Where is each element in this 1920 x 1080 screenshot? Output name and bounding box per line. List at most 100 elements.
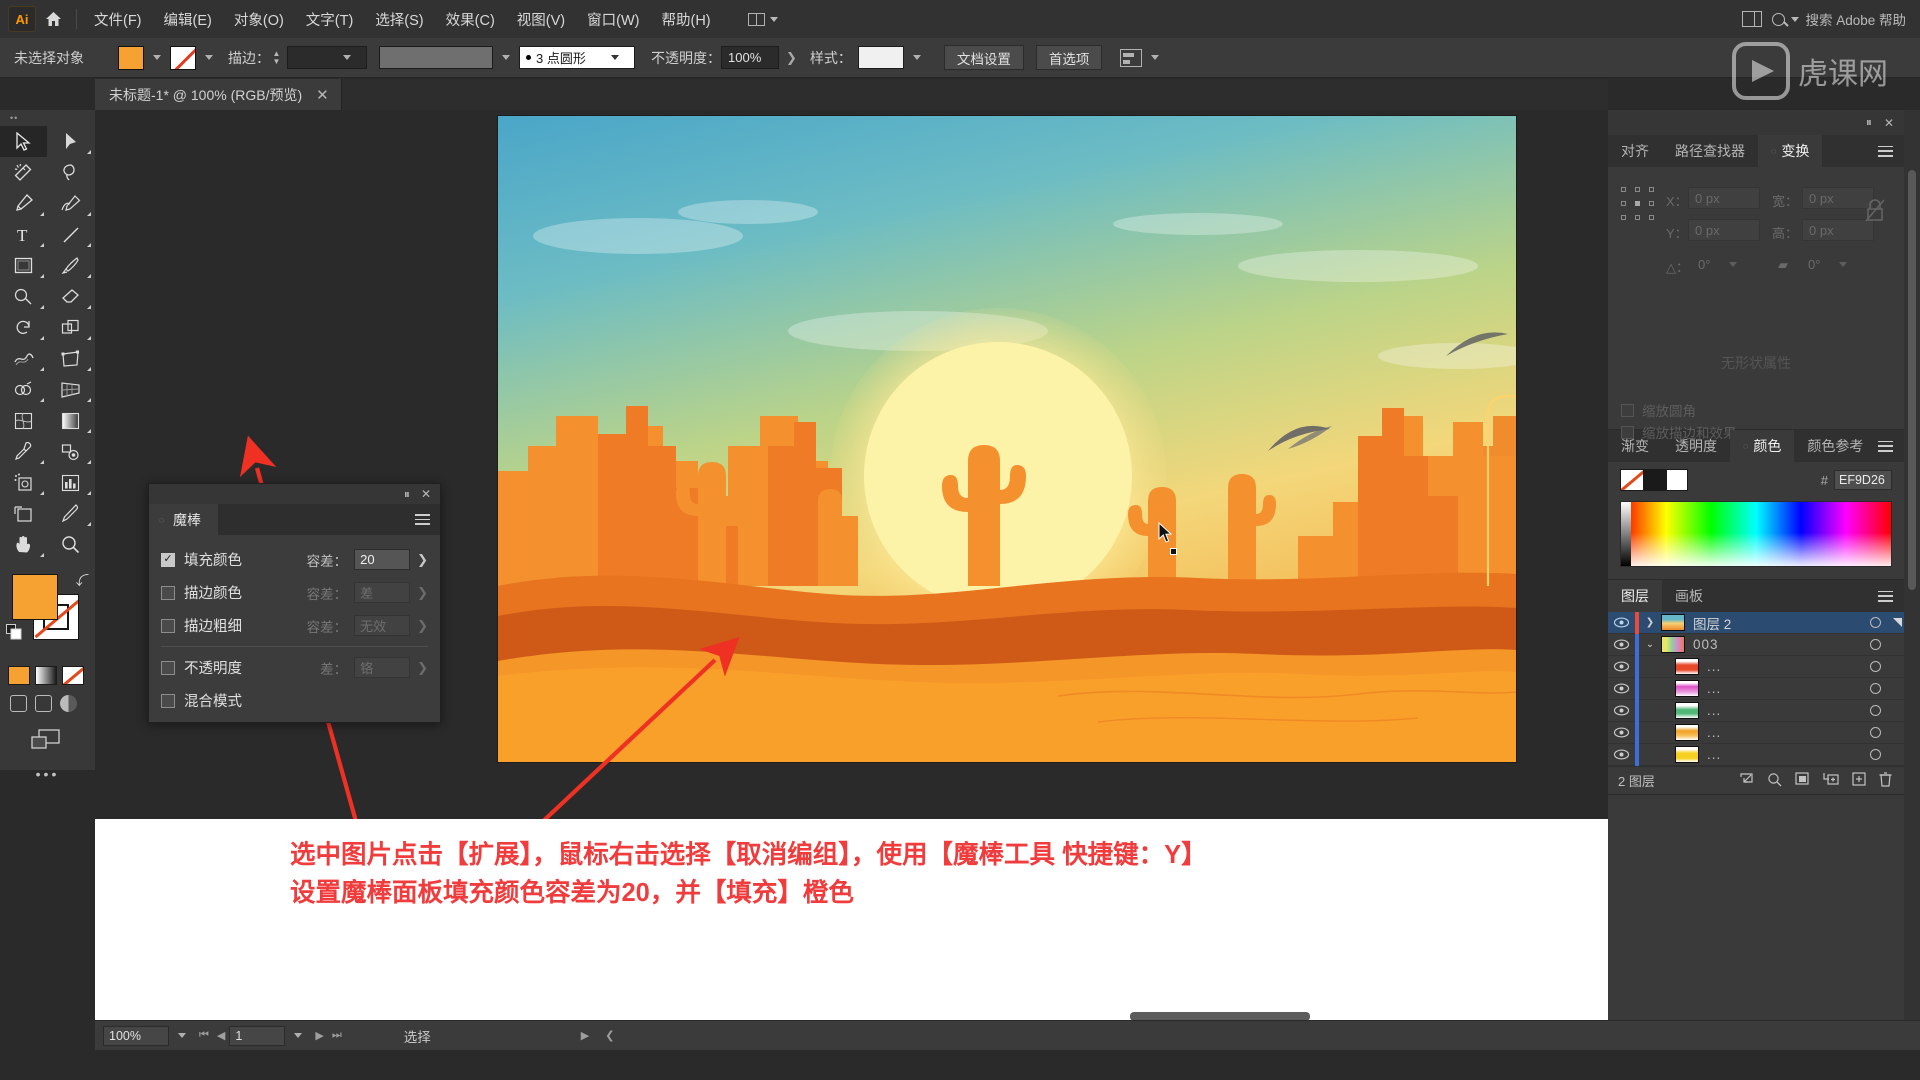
mw-row-opacity[interactable]: 不透明度 差： 铬 ❯ <box>149 651 440 684</box>
ref-point-br[interactable] <box>1649 215 1654 220</box>
mw-row-fill-color[interactable]: 填充颜色 容差： 20 ❯ <box>149 543 440 576</box>
color-spectrum-bar[interactable] <box>1620 501 1892 567</box>
hand-tool[interactable] <box>0 529 47 560</box>
layer-name[interactable]: 图层 2 <box>1693 613 1860 633</box>
chevron-down-icon[interactable] <box>178 1033 186 1038</box>
magic-wand-tool[interactable] <box>0 157 47 188</box>
table-row[interactable]: ❯ 图层 2 <box>1608 611 1904 634</box>
preferences-button[interactable]: 首选项 <box>1035 45 1103 70</box>
last-artboard-button[interactable]: ⏭ <box>328 1029 346 1042</box>
mw-row-blending-mode[interactable]: 混合模式 <box>149 684 440 717</box>
color-black-swatch[interactable] <box>1644 469 1666 491</box>
layer-visibility-icon[interactable] <box>1608 661 1635 672</box>
layer-visibility-icon[interactable] <box>1608 683 1635 694</box>
menu-select[interactable]: 选择(S) <box>364 0 434 38</box>
direct-selection-tool[interactable] <box>47 126 94 157</box>
shaper-tool[interactable] <box>0 281 47 312</box>
curvature-tool[interactable] <box>47 188 94 219</box>
tab-transparency[interactable]: 透明度 <box>1662 430 1730 462</box>
blend-tool[interactable] <box>47 436 94 467</box>
tab-pathfinder[interactable]: 路径查找器 <box>1662 135 1758 167</box>
locate-object-icon[interactable] <box>1739 772 1754 790</box>
transform-panel-menu[interactable] <box>1878 135 1904 167</box>
layer-target-icon[interactable] <box>1860 727 1890 738</box>
dock-scrollbar[interactable] <box>1904 110 1920 1020</box>
graphic-style-swatch[interactable] <box>857 46 904 69</box>
table-row[interactable]: ... <box>1608 677 1904 700</box>
layers-panel-menu[interactable] <box>1878 580 1904 612</box>
layer-expand-icon[interactable]: ❯ <box>1639 617 1661 628</box>
next-artboard-button[interactable]: ▶ <box>311 1029 327 1042</box>
stroke-color-checkbox[interactable] <box>161 585 175 600</box>
fill-color-box[interactable] <box>12 574 58 620</box>
selection-tool[interactable] <box>0 126 47 157</box>
menu-file[interactable]: 文件(F) <box>83 0 153 38</box>
ref-point-mr[interactable] <box>1649 201 1654 206</box>
workspace-switcher[interactable] <box>740 7 786 31</box>
align-objects-icon[interactable] <box>1120 48 1143 67</box>
transform-group-title-bar[interactable]: ⏸ ✕ <box>1608 110 1904 135</box>
search-icon[interactable] <box>1767 772 1782 790</box>
layer-visibility-icon[interactable] <box>1608 705 1635 716</box>
draw-behind-icon[interactable] <box>35 695 52 712</box>
blending-mode-checkbox[interactable] <box>161 693 175 708</box>
ref-point-ml[interactable] <box>1621 201 1626 206</box>
eraser-tool[interactable] <box>47 281 94 312</box>
magic-wand-panel[interactable]: ⏸ ✕ ◌ 魔棒 填充颜色 容差： 20 ❯ <box>148 483 441 723</box>
layer-visibility-icon[interactable] <box>1608 617 1635 628</box>
ref-point-mc[interactable] <box>1635 201 1640 206</box>
stroke-weight-checkbox[interactable] <box>161 618 175 633</box>
variable-width-profile-combo[interactable] <box>379 46 493 69</box>
brush-definition-combo[interactable]: 3 点圆形 <box>519 46 635 69</box>
lasso-tool[interactable] <box>47 157 94 188</box>
mw-row-stroke-weight[interactable]: 描边粗细 容差： 无效 ❯ <box>149 609 440 642</box>
scale-corners-checkbox[interactable] <box>1621 403 1634 417</box>
gradient-mode-button[interactable] <box>35 666 57 685</box>
tab-align[interactable]: 对齐 <box>1608 135 1662 167</box>
color-panel-menu[interactable] <box>1878 430 1904 462</box>
constrain-proportions-icon[interactable] <box>1864 197 1886 223</box>
magic-wand-panel-menu[interactable] <box>415 504 440 535</box>
stroke-weight-stepper-icon[interactable]: ❯ <box>417 618 428 634</box>
tab-artboards[interactable]: 画板 <box>1662 580 1716 612</box>
stroke-stepper[interactable]: ▲ ▼ <box>270 47 283 69</box>
opacity-input[interactable]: 100% <box>721 46 779 69</box>
table-row[interactable]: ⌄ 003 <box>1608 633 1904 656</box>
free-transform-tool[interactable] <box>47 343 94 374</box>
gradient-tool[interactable] <box>47 405 94 436</box>
ref-point-bl[interactable] <box>1621 215 1626 220</box>
status-expand-button[interactable]: ❮ <box>601 1029 618 1042</box>
layer-name[interactable]: 003 <box>1693 637 1860 652</box>
stroke-tolerance-input[interactable]: 差 <box>354 582 411 603</box>
previous-artboard-button[interactable]: ◀ <box>213 1029 229 1042</box>
layer-target-icon[interactable] <box>1860 617 1890 628</box>
stroke-weight-tolerance-input[interactable]: 无效 <box>354 615 411 636</box>
ref-point-bc[interactable] <box>1635 215 1640 220</box>
color-spectrum-grayscale[interactable] <box>1621 502 1631 566</box>
toolbar-more-button[interactable]: ••• <box>0 766 95 782</box>
home-icon[interactable] <box>36 0 70 38</box>
toolbar-drag-handle[interactable]: •• <box>0 110 95 126</box>
mesh-tool[interactable] <box>0 405 47 436</box>
table-row[interactable]: ... <box>1608 721 1904 744</box>
menu-help[interactable]: 帮助(H) <box>650 0 721 38</box>
eyedropper-tool[interactable] <box>0 436 47 467</box>
table-row[interactable]: ... <box>1608 655 1904 678</box>
menu-window[interactable]: 窗口(W) <box>576 0 650 38</box>
menu-edit[interactable]: 编辑(E) <box>153 0 223 38</box>
chevron-down-icon[interactable] <box>912 55 921 60</box>
chevron-down-icon[interactable] <box>153 55 161 60</box>
layer-target-icon[interactable] <box>1860 639 1890 650</box>
ref-point-tc[interactable] <box>1635 187 1640 192</box>
layer-target-icon[interactable] <box>1860 749 1890 760</box>
pen-tool[interactable] <box>0 188 47 219</box>
type-tool[interactable]: T <box>0 219 47 250</box>
stroke-tolerance-stepper-icon[interactable]: ❯ <box>417 585 428 601</box>
color-fill-swatch[interactable] <box>1620 469 1644 491</box>
artboard-number-input[interactable]: 1 <box>229 1025 286 1046</box>
close-icon[interactable]: ✕ <box>316 86 329 104</box>
table-row[interactable]: ... <box>1608 699 1904 722</box>
create-sublayer-icon[interactable] <box>1823 772 1839 789</box>
tab-gradient[interactable]: 渐变 <box>1608 430 1662 462</box>
table-row[interactable]: ... <box>1608 743 1904 766</box>
